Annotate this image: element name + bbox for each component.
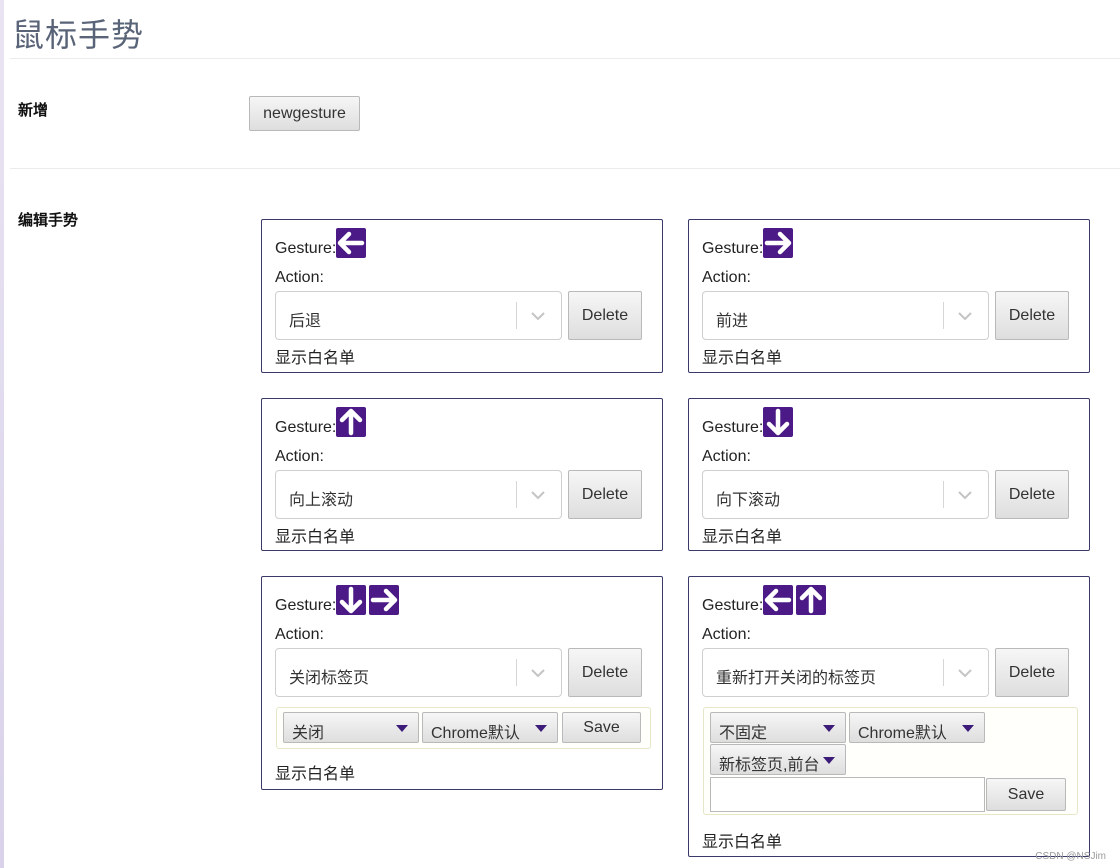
action-label: Action: — [702, 626, 751, 643]
tab-focus-select[interactable]: Chrome默认 — [422, 712, 558, 743]
dropdown-triangle-icon — [962, 725, 974, 732]
edit-section-label: 编辑手势 — [18, 211, 79, 229]
add-section-label: 新增 — [18, 101, 49, 119]
gesture-card-back: Gesture: Action: 后退 Delete 显示白名单 — [261, 219, 663, 373]
arrow-up-icon — [796, 585, 827, 615]
gesture-label: Gesture: — [702, 240, 764, 257]
gesture-line: Gesture: — [702, 228, 796, 260]
action-select-value: 向下滚动 — [716, 490, 781, 509]
arrow-left-icon — [763, 585, 794, 615]
delete-button[interactable]: Delete — [995, 648, 1069, 697]
whitelist-input[interactable] — [710, 777, 985, 812]
gesture-line: Gesture: — [275, 228, 369, 260]
show-whitelist-link[interactable]: 显示白名单 — [275, 760, 355, 784]
action-label: Action: — [275, 448, 324, 465]
gesture-label: Gesture: — [275, 597, 337, 614]
gesture-line: Gesture: — [275, 407, 369, 439]
select-separator — [943, 659, 944, 686]
gesture-label: Gesture: — [275, 240, 337, 257]
select-separator — [516, 481, 517, 508]
action-label: Action: — [275, 626, 324, 643]
action-select-value: 后退 — [289, 311, 322, 330]
chevron-down-icon — [958, 312, 972, 321]
gesture-label: Gesture: — [702, 419, 764, 436]
delete-button[interactable]: Delete — [995, 291, 1069, 340]
tab-focus-value: Chrome默认 — [431, 725, 520, 742]
watermark: CSDN @NSJim — [1035, 851, 1106, 862]
close-mode-select[interactable]: 关闭 — [283, 712, 419, 743]
gesture-label: Gesture: — [275, 419, 337, 436]
arrow-right-icon — [369, 585, 400, 615]
show-whitelist-link[interactable]: 显示白名单 — [275, 523, 355, 547]
pin-mode-select[interactable]: 不固定 — [710, 712, 846, 743]
close-mode-value: 关闭 — [292, 725, 325, 742]
action-select[interactable]: 关闭标签页 — [275, 648, 562, 697]
chevron-down-icon — [531, 491, 545, 500]
save-button[interactable]: Save — [986, 778, 1066, 811]
dropdown-triangle-icon — [535, 725, 547, 732]
chevron-down-icon — [531, 312, 545, 321]
gesture-label: Gesture: — [702, 597, 764, 614]
tab-focus-select[interactable]: Chrome默认 — [849, 712, 985, 743]
dropdown-triangle-icon — [396, 725, 408, 732]
arrow-down-icon — [763, 407, 794, 437]
tab-focus-value: Chrome默认 — [858, 725, 947, 742]
arrow-up-icon — [336, 407, 367, 437]
chevron-down-icon — [958, 491, 972, 500]
gesture-card-scroll-up: Gesture: Action: 向上滚动 Delete 显示白名单 — [261, 398, 663, 551]
pin-mode-value: 不固定 — [719, 725, 768, 742]
gesture-card-forward: Gesture: Action: 前进 Delete 显示白名单 — [688, 219, 1090, 373]
gesture-line: Gesture: — [702, 407, 796, 439]
dropdown-triangle-icon — [823, 757, 835, 764]
action-select-value: 向上滚动 — [289, 490, 354, 509]
select-separator — [943, 302, 944, 329]
action-label: Action: — [702, 269, 751, 286]
action-select-value: 前进 — [716, 311, 749, 330]
delete-button[interactable]: Delete — [995, 470, 1069, 519]
section-divider — [10, 168, 1120, 169]
select-separator — [516, 659, 517, 686]
new-gesture-button[interactable]: newgesture — [249, 96, 360, 131]
dropdown-triangle-icon — [823, 725, 835, 732]
action-options-panel: 不固定 Chrome默认 新标签页,前台 Save — [703, 707, 1078, 815]
action-select-value: 关闭标签页 — [289, 668, 370, 687]
show-whitelist-link[interactable]: 显示白名单 — [702, 523, 782, 547]
chevron-down-icon — [958, 669, 972, 678]
show-whitelist-link[interactable]: 显示白名单 — [702, 344, 782, 368]
action-select[interactable]: 向下滚动 — [702, 470, 989, 519]
page-title: 鼠标手势 — [12, 16, 145, 54]
tab-position-value: 新标签页,前台 — [719, 757, 820, 774]
arrow-right-icon — [763, 228, 794, 258]
action-options-panel: 关闭 Chrome默认 Save — [276, 707, 651, 749]
left-edge-strip — [0, 0, 4, 868]
gesture-card-reopen-tab: Gesture: Action: 重新打开关闭的标签页 Delete 不固定 C… — [688, 576, 1090, 857]
arrow-left-icon — [336, 228, 367, 258]
gesture-card-close-tab: Gesture: Action: 关闭标签页 Delete 关闭 Chrome默… — [261, 576, 663, 790]
action-select[interactable]: 前进 — [702, 291, 989, 340]
gesture-line: Gesture: — [702, 585, 829, 617]
delete-button[interactable]: Delete — [568, 291, 642, 340]
gesture-card-scroll-down: Gesture: Action: 向下滚动 Delete 显示白名单 — [688, 398, 1090, 551]
title-divider — [10, 58, 1120, 59]
tab-position-select[interactable]: 新标签页,前台 — [710, 744, 846, 775]
action-select-value: 重新打开关闭的标签页 — [716, 668, 877, 687]
delete-button[interactable]: Delete — [568, 648, 642, 697]
chevron-down-icon — [531, 669, 545, 678]
action-select[interactable]: 后退 — [275, 291, 562, 340]
show-whitelist-link[interactable]: 显示白名单 — [275, 344, 355, 368]
action-select[interactable]: 向上滚动 — [275, 470, 562, 519]
arrow-down-icon — [336, 585, 367, 615]
gesture-line: Gesture: — [275, 585, 402, 617]
action-select[interactable]: 重新打开关闭的标签页 — [702, 648, 989, 697]
show-whitelist-link[interactable]: 显示白名单 — [702, 828, 782, 852]
select-separator — [943, 481, 944, 508]
select-separator — [516, 302, 517, 329]
save-button[interactable]: Save — [562, 712, 641, 743]
action-label: Action: — [702, 448, 751, 465]
action-label: Action: — [275, 269, 324, 286]
delete-button[interactable]: Delete — [568, 470, 642, 519]
